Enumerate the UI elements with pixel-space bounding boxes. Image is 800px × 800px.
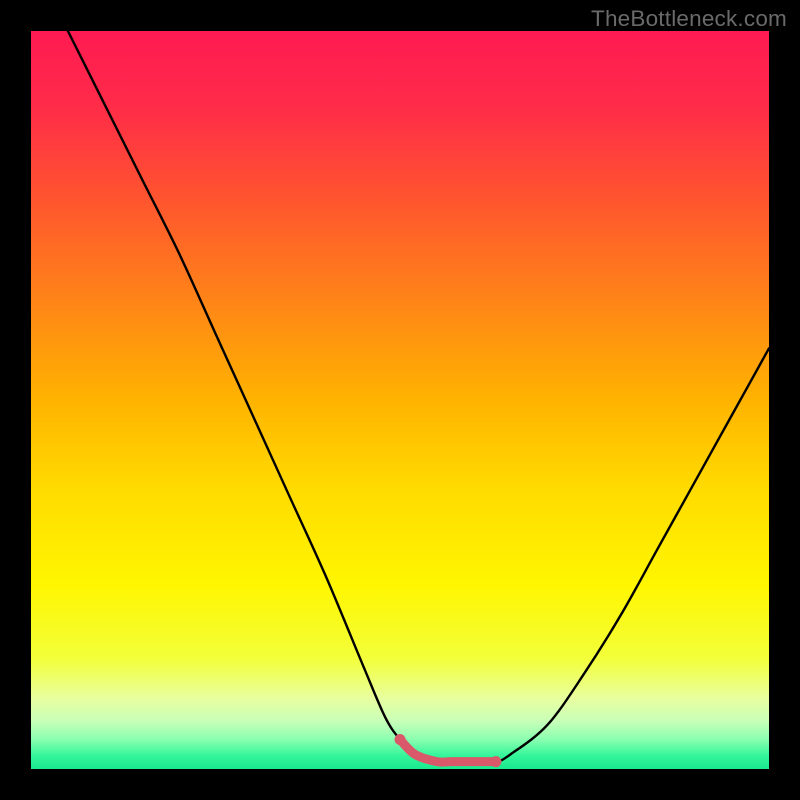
- chart-frame: TheBottleneck.com: [0, 0, 800, 800]
- background-gradient: [31, 31, 769, 769]
- plot-area: [31, 31, 769, 769]
- watermark-text: TheBottleneck.com: [591, 6, 787, 32]
